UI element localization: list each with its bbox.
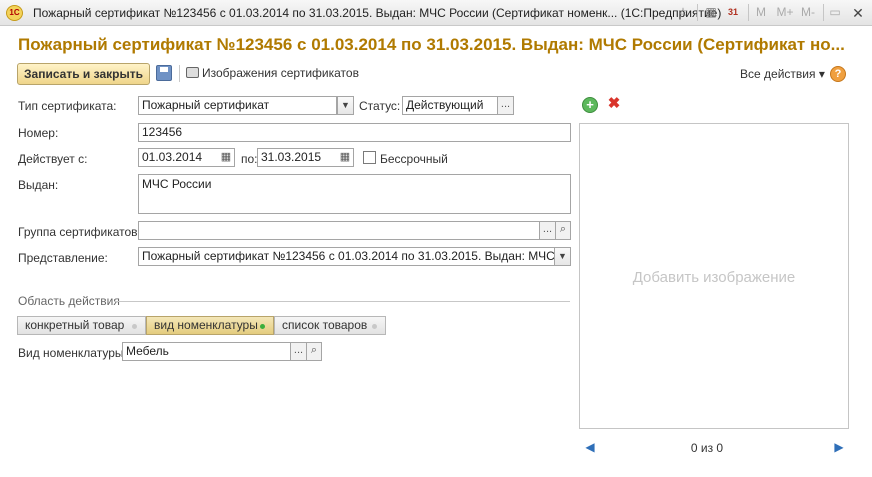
number-label: Номер: [18,126,59,140]
calendar-icon[interactable]: 31 [726,4,740,21]
titlebar-separator [823,4,824,21]
memory-minus-icon[interactable]: M- [798,4,818,21]
next-image-icon[interactable]: ▶ [832,441,846,453]
all-actions-menu[interactable]: Все действия ▾ [740,67,825,81]
scope-section-divider [114,301,570,302]
certificate-images-label: Изображения сертификатов [202,66,359,80]
valid-from-value: 01.03.2014 [142,150,203,164]
representation-field[interactable]: Пожарный сертификат №123456 с 01.03.2014… [138,247,555,266]
scope-section-title: Область действия [18,294,120,308]
search-icon[interactable]: ⌕ [306,343,321,360]
scope-option-label: список товаров [282,318,368,332]
scope-option-product-list[interactable]: список товаров [274,316,386,335]
titlebar-separator [697,4,698,21]
chevron-down-icon: ▾ [818,67,825,81]
image-preview-panel[interactable]: Добавить изображение [579,123,849,429]
nomenclature-kind-field[interactable]: Мебель ... ⌕ [122,342,322,361]
certificate-type-field[interactable]: Пожарный сертификат [138,96,337,115]
window-titlebar: 1С Пожарный сертификат №123456 с 01.03.2… [0,0,872,26]
certificate-type-dropdown-icon[interactable]: ▼ [337,96,354,115]
status-value: Действующий [406,98,484,112]
memory-m-icon[interactable]: M [754,4,768,21]
radio-dot-icon [132,324,137,329]
valid-to-label: по: [241,152,258,166]
previous-image-icon[interactable]: ◀ [583,441,597,453]
indefinite-label: Бессрочный [380,152,448,166]
scope-option-specific-product[interactable]: конкретный товар [17,316,146,335]
nomenclature-kind-value: Мебель [126,344,169,358]
indefinite-checkbox[interactable] [363,151,376,164]
issued-by-field[interactable]: МЧС России [138,174,571,214]
scope-option-label: вид номенклатуры [154,318,258,332]
window-menu-icon[interactable]: ▭ [828,4,842,21]
certificate-images-button[interactable]: Изображения сертификатов [186,66,359,82]
memory-plus-icon[interactable]: M+ [775,4,795,21]
number-field[interactable]: 123456 [138,123,571,142]
calendar-icon[interactable]: ▦ [218,149,234,166]
page-title: Пожарный сертификат №123456 с 01.03.2014… [18,35,845,54]
status-field[interactable]: Действующий ... [402,96,514,115]
scope-option-nomenclature-kind[interactable]: вид номенклатуры [146,316,274,335]
close-icon[interactable]: ✕ [848,3,868,23]
certificate-group-select-button[interactable]: ... [539,222,555,239]
window-title: Пожарный сертификат №123456 с 01.03.2014… [33,6,722,20]
help-icon[interactable]: ? [830,66,846,82]
titlebar-separator [748,4,749,21]
radio-dot-icon [260,324,265,329]
image-pager: 0 из 0 [690,441,724,455]
certificate-type-label: Тип сертификата: [18,99,117,113]
representation-label: Представление: [18,251,108,265]
issued-by-label: Выдан: [18,178,59,192]
save-and-close-button[interactable]: Записать и закрыть [17,63,150,85]
certificate-group-field[interactable]: ... ⌕ [138,221,571,240]
save-disk-icon[interactable] [156,65,172,81]
printer-icon [186,67,199,78]
valid-to-field[interactable]: 31.03.2015 ▦ [257,148,354,167]
certificate-group-label: Группа сертификатов: [18,225,141,239]
toolbar-divider [179,65,180,82]
calculator-icon[interactable]: ▦ [704,4,718,21]
favorite-star-icon[interactable]: ☆ [675,4,691,21]
status-select-button[interactable]: ... [497,97,513,114]
valid-from-label: Действует с: [18,152,88,166]
all-actions-label: Все действия [740,67,816,81]
nomenclature-kind-select-button[interactable]: ... [290,343,306,360]
delete-image-icon[interactable]: ✖ [606,96,622,112]
representation-dropdown-icon[interactable]: ▼ [554,247,571,266]
app-logo-icon: 1С [6,5,23,21]
status-label: Статус: [359,99,401,113]
nomenclature-kind-label: Вид номенклатуры: [18,346,127,360]
scope-option-label: конкретный товар [25,318,125,332]
radio-dot-icon [372,324,377,329]
valid-from-field[interactable]: 01.03.2014 ▦ [138,148,235,167]
calendar-icon[interactable]: ▦ [337,149,353,166]
valid-to-value: 31.03.2015 [261,150,322,164]
add-image-placeholder[interactable]: Добавить изображение [580,269,848,286]
search-icon[interactable]: ⌕ [555,222,570,239]
add-image-icon[interactable]: + [582,97,598,113]
